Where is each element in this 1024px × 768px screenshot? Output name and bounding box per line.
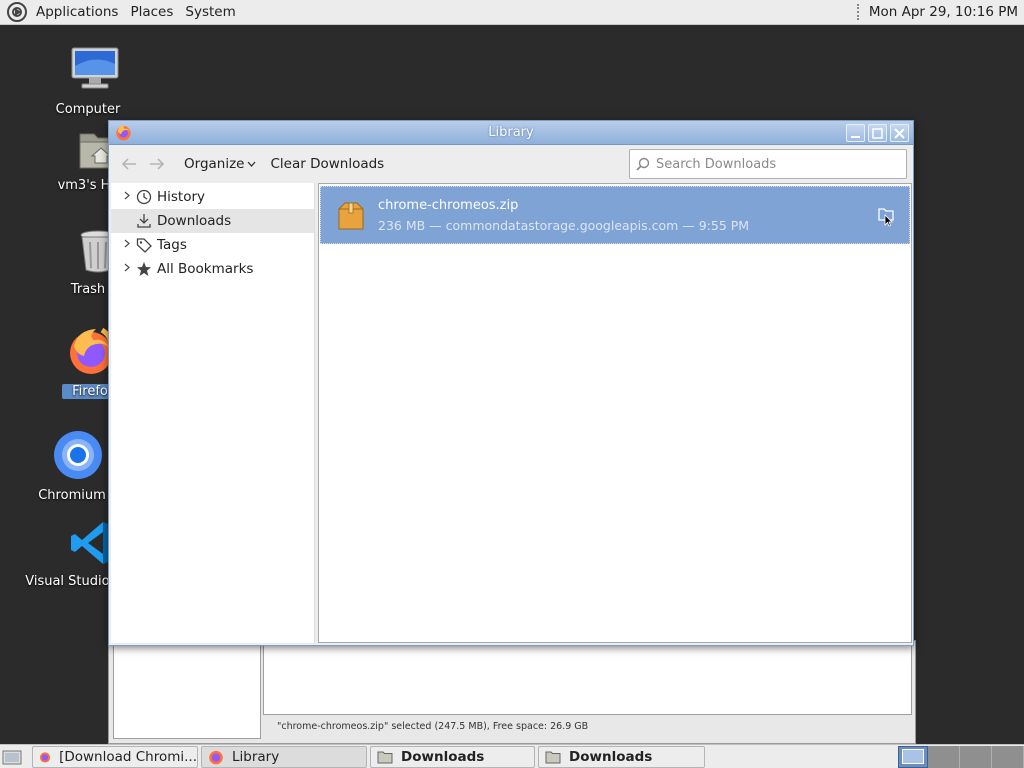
download-filename: chrome-chromeos.zip bbox=[378, 198, 519, 213]
sidebar-item-label: Downloads bbox=[157, 213, 232, 229]
library-window: Library Organize Clear Downloads Search … bbox=[108, 120, 914, 646]
side-pane[interactable] bbox=[113, 645, 261, 739]
workspace-4[interactable] bbox=[992, 745, 1024, 768]
minimize-icon bbox=[851, 135, 860, 138]
places-menu[interactable]: Places bbox=[124, 0, 179, 25]
history-icon bbox=[135, 189, 153, 205]
folder-icon bbox=[377, 751, 393, 763]
places-tree[interactable]: History Downloads Tags All Bookmarks bbox=[111, 183, 315, 643]
downloads-file-manager-window: "chrome-chromeos.zip" selected (247.5 MB… bbox=[108, 640, 916, 744]
firefox-icon bbox=[209, 750, 223, 764]
taskbar-item-label: Downloads bbox=[569, 748, 653, 765]
close-icon bbox=[894, 127, 905, 139]
sidebar-item-tags[interactable]: Tags bbox=[111, 233, 314, 257]
workspace-1[interactable] bbox=[898, 745, 928, 768]
workspace-3[interactable] bbox=[960, 745, 992, 768]
expand-arrow-icon[interactable] bbox=[119, 263, 135, 275]
taskbar-item-label: [Download Chromi... bbox=[59, 748, 197, 765]
desktop-icon-chromium[interactable]: Chromium bbox=[36, 430, 108, 503]
zip-archive-icon bbox=[338, 202, 364, 230]
applications-logo-icon[interactable] bbox=[6, 1, 28, 23]
folder-icon bbox=[545, 751, 561, 763]
desktop-icon-computer[interactable]: Computer bbox=[50, 46, 126, 117]
top-panel: Applications Places System Mon Apr 29, 1… bbox=[0, 0, 1024, 25]
download-details: 236 MB — commondatastorage.googleapis.co… bbox=[378, 218, 750, 233]
maximize-icon bbox=[872, 127, 883, 139]
status-bar: "chrome-chromeos.zip" selected (247.5 MB… bbox=[277, 721, 589, 732]
forward-arrow-icon bbox=[150, 158, 165, 170]
desktop-icon-label: Computer bbox=[55, 102, 121, 117]
maximize-button[interactable] bbox=[868, 124, 887, 142]
back-arrow-icon bbox=[121, 158, 136, 170]
clock[interactable]: Mon Apr 29, 10:16 PM bbox=[869, 4, 1018, 20]
download-icon bbox=[135, 213, 153, 229]
organize-label: Organize bbox=[184, 156, 245, 172]
taskbar-item-label: Library bbox=[232, 748, 280, 765]
sidebar-item-history[interactable]: History bbox=[111, 185, 314, 209]
minimize-button[interactable] bbox=[846, 124, 865, 142]
taskbar-item-downloads-2[interactable]: Downloads bbox=[538, 745, 705, 768]
system-menu[interactable]: System bbox=[179, 0, 241, 25]
search-downloads-input[interactable] bbox=[656, 156, 896, 172]
taskbar-item-library[interactable]: Library bbox=[201, 745, 367, 768]
expand-arrow-icon[interactable] bbox=[119, 191, 135, 203]
desktop-icon-label: Chromium bbox=[38, 488, 106, 503]
downloads-list[interactable]: chrome-chromeos.zip 236 MB — commondatas… bbox=[318, 183, 912, 643]
firefox-icon bbox=[39, 751, 51, 763]
taskbar-item-label: Downloads bbox=[401, 748, 485, 765]
taskbar-item-chromium-download[interactable]: [Download Chromi... bbox=[32, 745, 198, 768]
tag-icon bbox=[135, 237, 153, 253]
forward-button[interactable] bbox=[145, 152, 169, 176]
search-box[interactable] bbox=[629, 149, 907, 179]
applications-menu[interactable]: Applications bbox=[30, 0, 124, 25]
sidebar-item-all-bookmarks[interactable]: All Bookmarks bbox=[111, 257, 314, 281]
download-item[interactable]: chrome-chromeos.zip 236 MB — commondatas… bbox=[320, 186, 910, 244]
star-icon bbox=[135, 261, 153, 277]
organize-menu-button[interactable]: Organize bbox=[179, 156, 261, 172]
sidebar-item-downloads[interactable]: Downloads bbox=[111, 209, 314, 233]
library-toolbar: Organize Clear Downloads bbox=[109, 145, 913, 183]
sidebar-item-label: History bbox=[157, 189, 206, 205]
sidebar-item-label: Tags bbox=[157, 237, 187, 253]
show-desktop-icon[interactable] bbox=[0, 746, 26, 768]
file-view[interactable] bbox=[263, 645, 912, 715]
search-icon bbox=[636, 157, 650, 171]
show-in-folder-button[interactable] bbox=[873, 201, 899, 227]
chevron-down-icon bbox=[247, 161, 256, 167]
expand-arrow-icon[interactable] bbox=[119, 239, 135, 251]
chromium-icon bbox=[53, 431, 102, 479]
back-button[interactable] bbox=[117, 152, 141, 176]
close-button[interactable] bbox=[890, 124, 909, 142]
workspace-2[interactable] bbox=[928, 745, 960, 768]
computer-icon bbox=[71, 47, 118, 89]
sidebar-item-label: All Bookmarks bbox=[157, 261, 254, 277]
taskbar: [Download Chromi... Library Downloads Do… bbox=[0, 744, 1024, 768]
clear-downloads-button[interactable]: Clear Downloads bbox=[265, 156, 389, 172]
folder-icon bbox=[878, 208, 894, 227]
panel-handle[interactable] bbox=[856, 4, 861, 20]
taskbar-item-downloads-1[interactable]: Downloads bbox=[370, 745, 535, 768]
library-content: History Downloads Tags All Bookmarks chr… bbox=[109, 183, 913, 645]
window-title: Library bbox=[488, 125, 534, 140]
titlebar[interactable]: Library bbox=[109, 121, 913, 145]
